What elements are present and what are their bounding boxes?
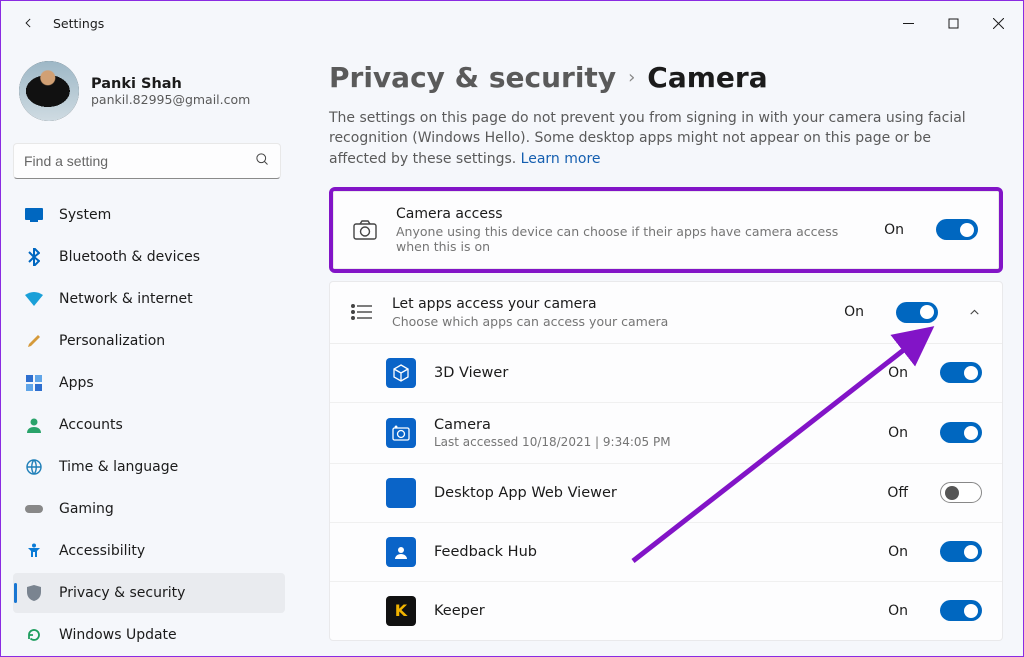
sidebar-item-time-language[interactable]: Time & language bbox=[13, 447, 285, 487]
camera-icon bbox=[352, 217, 378, 243]
search-box[interactable] bbox=[13, 143, 281, 179]
wifi-icon bbox=[25, 290, 43, 308]
toggle-state-label: On bbox=[888, 603, 908, 619]
bluetooth-icon bbox=[25, 248, 43, 266]
learn-more-link[interactable]: Learn more bbox=[521, 151, 601, 167]
update-icon bbox=[25, 626, 43, 644]
app-icon-3d-viewer bbox=[386, 358, 416, 388]
maximize-button[interactable] bbox=[931, 8, 976, 38]
globe-icon bbox=[25, 458, 43, 476]
app-toggle[interactable] bbox=[940, 541, 982, 562]
app-toggle[interactable] bbox=[940, 362, 982, 383]
sidebar-item-privacy-security[interactable]: Privacy & security bbox=[13, 573, 285, 613]
main-content: Privacy & security › Camera The settings… bbox=[293, 45, 1023, 656]
sidebar-item-label: Network & internet bbox=[59, 291, 193, 307]
brush-icon bbox=[25, 332, 43, 350]
sidebar-item-label: System bbox=[59, 207, 111, 223]
sidebar-item-label: Personalization bbox=[59, 333, 165, 349]
app-toggle[interactable] bbox=[940, 482, 982, 503]
toggle-state-label: On bbox=[888, 365, 908, 381]
minimize-button[interactable] bbox=[886, 8, 931, 38]
page-description: The settings on this page do not prevent… bbox=[329, 108, 979, 169]
app-row-camera[interactable]: Camera Last accessed 10/18/2021 | 9:34:0… bbox=[330, 402, 1002, 463]
sidebar-item-network[interactable]: Network & internet bbox=[13, 279, 285, 319]
app-row-keeper[interactable]: K Keeper On bbox=[330, 581, 1002, 640]
setting-title: Camera access bbox=[396, 206, 866, 222]
app-subtitle: Last accessed 10/18/2021 | 9:34:05 PM bbox=[434, 435, 870, 449]
sidebar-item-apps[interactable]: Apps bbox=[13, 363, 285, 403]
apps-access-card: Let apps access your camera Choose which… bbox=[329, 281, 1003, 641]
app-toggle[interactable] bbox=[940, 600, 982, 621]
search-input[interactable] bbox=[24, 153, 255, 169]
shield-icon bbox=[25, 584, 43, 602]
annotation-highlight: Camera access Anyone using this device c… bbox=[329, 187, 1003, 273]
sidebar-item-label: Windows Update bbox=[59, 627, 177, 643]
app-name: Feedback Hub bbox=[434, 544, 870, 560]
sidebar-item-gaming[interactable]: Gaming bbox=[13, 489, 285, 529]
app-icon-keeper: K bbox=[386, 596, 416, 626]
sidebar-item-label: Time & language bbox=[59, 459, 178, 475]
app-icon-camera bbox=[386, 418, 416, 448]
sidebar-item-windows-update[interactable]: Windows Update bbox=[13, 615, 285, 655]
camera-access-toggle[interactable] bbox=[936, 219, 978, 240]
apps-icon bbox=[25, 374, 43, 392]
app-row-desktop-web-viewer[interactable]: Desktop App Web Viewer Off bbox=[330, 463, 1002, 522]
window-controls bbox=[886, 8, 1021, 38]
titlebar: Settings bbox=[1, 1, 1023, 45]
app-name: 3D Viewer bbox=[434, 365, 870, 381]
app-row-3d-viewer[interactable]: 3D Viewer On bbox=[330, 344, 1002, 402]
sidebar: Panki Shah pankil.82995@gmail.com System… bbox=[1, 45, 293, 656]
sidebar-item-label: Accessibility bbox=[59, 543, 145, 559]
nav-list: System Bluetooth & devices Network & int… bbox=[13, 195, 285, 655]
description-text: The settings on this page do not prevent… bbox=[329, 110, 966, 167]
setting-subtitle: Choose which apps can access your camera bbox=[392, 314, 826, 329]
setting-subtitle: Anyone using this device can choose if t… bbox=[396, 224, 866, 254]
app-name: Camera bbox=[434, 417, 870, 433]
person-icon bbox=[25, 416, 43, 434]
apps-access-header[interactable]: Let apps access your camera Choose which… bbox=[330, 282, 1002, 343]
toggle-state-label: On bbox=[888, 425, 908, 441]
breadcrumb: Privacy & security › Camera bbox=[329, 61, 1003, 94]
sidebar-item-personalization[interactable]: Personalization bbox=[13, 321, 285, 361]
breadcrumb-parent[interactable]: Privacy & security bbox=[329, 61, 616, 94]
avatar bbox=[19, 61, 79, 121]
app-name: Desktop App Web Viewer bbox=[434, 485, 869, 501]
system-icon bbox=[25, 206, 43, 224]
app-name: Keeper bbox=[434, 603, 870, 619]
profile-name: Panki Shah bbox=[91, 76, 250, 92]
app-toggle[interactable] bbox=[940, 422, 982, 443]
gamepad-icon bbox=[25, 500, 43, 518]
toggle-state-label: Off bbox=[887, 485, 908, 501]
app-row-feedback-hub[interactable]: Feedback Hub On bbox=[330, 522, 1002, 581]
profile-email: pankil.82995@gmail.com bbox=[91, 92, 250, 107]
sidebar-item-label: Privacy & security bbox=[59, 585, 185, 601]
setting-title: Let apps access your camera bbox=[392, 296, 826, 312]
page-title: Camera bbox=[647, 61, 767, 94]
window-title: Settings bbox=[53, 16, 104, 31]
profile-block[interactable]: Panki Shah pankil.82995@gmail.com bbox=[13, 57, 285, 137]
sidebar-item-bluetooth[interactable]: Bluetooth & devices bbox=[13, 237, 285, 277]
sidebar-item-accessibility[interactable]: Accessibility bbox=[13, 531, 285, 571]
toggle-state-label: On bbox=[844, 304, 864, 320]
accessibility-icon bbox=[25, 542, 43, 560]
chevron-right-icon: › bbox=[628, 67, 635, 88]
search-icon bbox=[255, 152, 270, 171]
toggle-state-label: On bbox=[884, 222, 904, 238]
sidebar-item-accounts[interactable]: Accounts bbox=[13, 405, 285, 445]
app-icon-feedback-hub bbox=[386, 537, 416, 567]
close-button[interactable] bbox=[976, 8, 1021, 38]
camera-access-card[interactable]: Camera access Anyone using this device c… bbox=[333, 191, 999, 269]
toggle-state-label: On bbox=[888, 544, 908, 560]
app-icon-desktop-web-viewer bbox=[386, 478, 416, 508]
sidebar-item-label: Accounts bbox=[59, 417, 123, 433]
back-button[interactable] bbox=[15, 9, 43, 37]
sidebar-item-label: Apps bbox=[59, 375, 94, 391]
apps-access-toggle[interactable] bbox=[896, 302, 938, 323]
chevron-up-icon[interactable] bbox=[966, 304, 982, 320]
sidebar-item-label: Gaming bbox=[59, 501, 114, 517]
sidebar-item-system[interactable]: System bbox=[13, 195, 285, 235]
list-icon bbox=[348, 299, 374, 325]
sidebar-item-label: Bluetooth & devices bbox=[59, 249, 200, 265]
app-list: 3D Viewer On Camera Last accessed 10/18/… bbox=[330, 343, 1002, 640]
